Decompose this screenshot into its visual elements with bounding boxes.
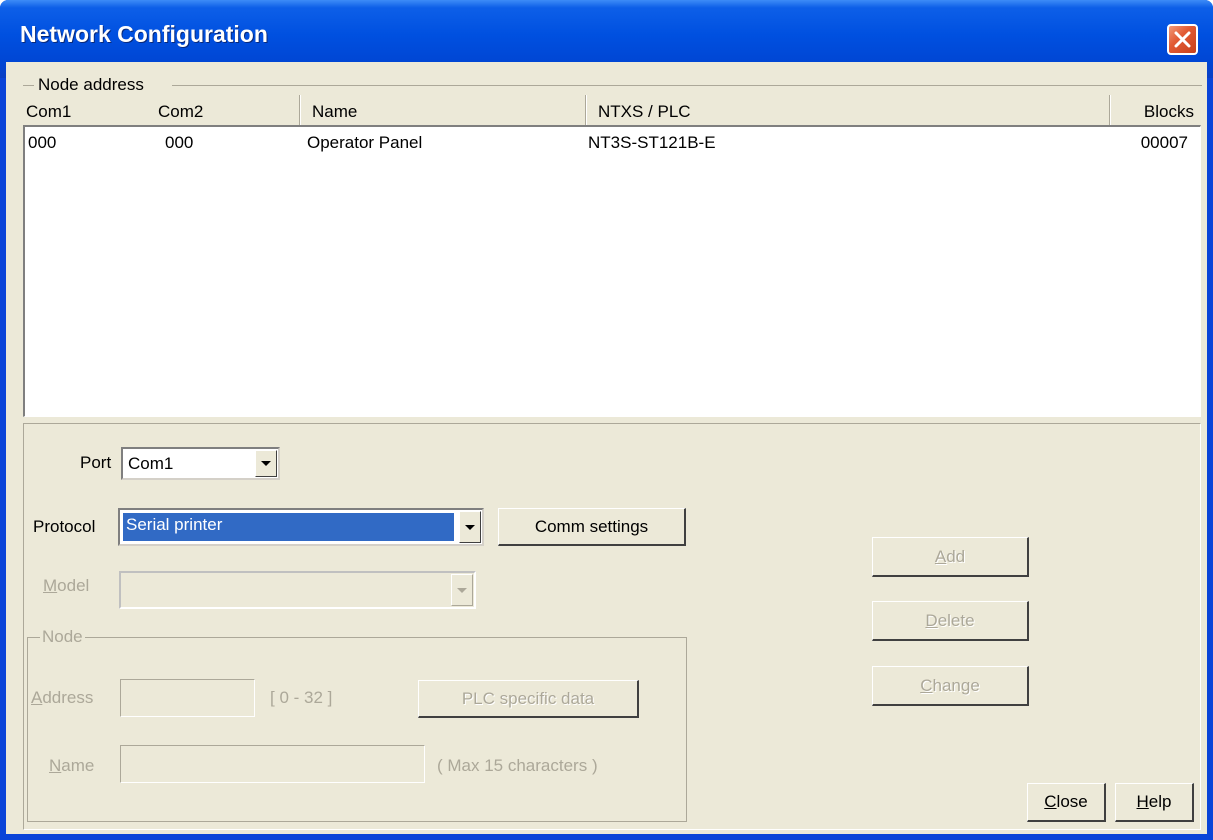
address-range-hint: [ 0 - 32 ] (270, 688, 333, 707)
protocol-select[interactable]: Serial printer (118, 508, 484, 546)
port-dropdown-button[interactable] (255, 450, 277, 477)
plc-specific-data-button[interactable]: PLC specific data (418, 680, 639, 718)
model-dropdown-button[interactable] (451, 574, 473, 606)
address-label: Address (31, 688, 94, 707)
column-header-blocks[interactable]: Blocks (1113, 95, 1199, 125)
close-button[interactable]: Close (1027, 783, 1106, 822)
column-header-com2[interactable]: Com2 (153, 95, 299, 125)
cell-name: Operator Panel (307, 133, 423, 152)
model-label: Model (43, 576, 90, 595)
column-divider[interactable] (299, 95, 301, 125)
address-field[interactable] (120, 679, 255, 717)
name-max-hint: ( Max 15 characters ) (437, 756, 598, 775)
cell-blocks: 00007 (1140, 133, 1188, 152)
table-row[interactable]: 000 000 Operator Panel NT3S-ST121B-E 000… (25, 133, 1200, 155)
name-field[interactable] (120, 745, 425, 783)
window-title: Network Configuration (20, 21, 268, 47)
node-groupbox (27, 637, 687, 822)
groupbox-line (172, 85, 1202, 86)
column-header-name[interactable]: Name (303, 95, 585, 125)
column-header-ntxs-plc[interactable]: NTXS / PLC (589, 95, 1109, 125)
node-list[interactable]: 000 000 Operator Panel NT3S-ST121B-E 000… (23, 125, 1201, 417)
close-x-icon (1174, 31, 1191, 48)
groupbox-line (23, 85, 34, 86)
column-header-com1[interactable]: Com1 (23, 95, 153, 125)
list-header: Com1 Com2 Name NTXS / PLC Blocks (23, 95, 1199, 125)
protocol-value: Serial printer (126, 515, 223, 534)
cell-ntxs-plc: NT3S-ST121B-E (588, 133, 716, 152)
port-value: Com1 (128, 454, 174, 473)
model-select[interactable] (119, 571, 476, 609)
delete-button[interactable]: Delete (872, 601, 1029, 641)
node-address-group-label: Node address (36, 75, 146, 95)
protocol-selection-highlight: Serial printer (122, 512, 455, 542)
change-button[interactable]: Change (872, 666, 1029, 706)
help-button[interactable]: Help (1115, 783, 1194, 822)
node-group-label: Node (40, 627, 85, 647)
column-divider[interactable] (1109, 95, 1111, 125)
add-button[interactable]: Add (872, 537, 1029, 577)
chevron-down-icon (465, 525, 475, 530)
port-label: Port (80, 453, 112, 472)
name-label: Name (49, 756, 95, 775)
chevron-down-icon (457, 588, 467, 593)
cell-com1: 000 (28, 133, 57, 152)
port-select[interactable]: Com1 (121, 447, 280, 480)
chevron-down-icon (261, 461, 271, 466)
comm-settings-button[interactable]: Comm settings (498, 508, 686, 546)
column-divider[interactable] (585, 95, 587, 125)
protocol-dropdown-button[interactable] (459, 511, 481, 543)
window-close-button[interactable] (1167, 24, 1198, 55)
cell-com2: 000 (165, 133, 194, 152)
protocol-label: Protocol (33, 517, 96, 536)
